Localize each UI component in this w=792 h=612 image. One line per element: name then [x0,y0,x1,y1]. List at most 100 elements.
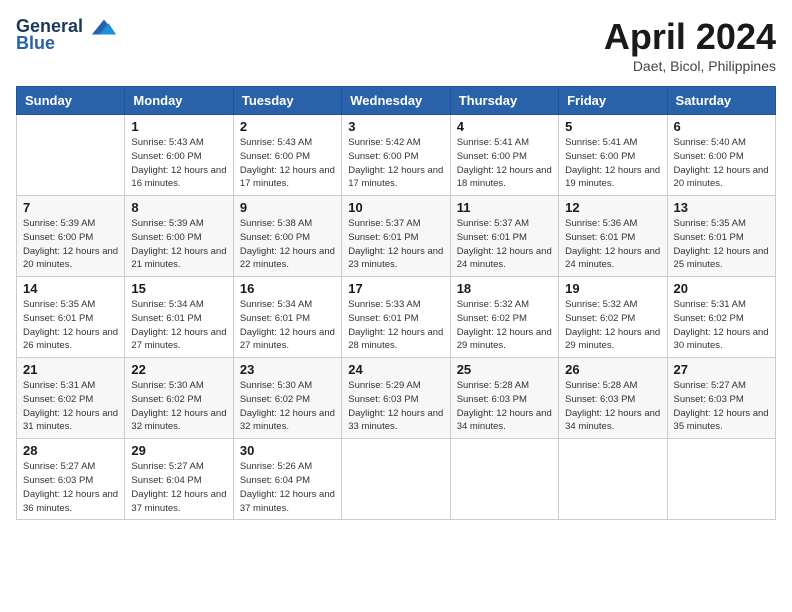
day-number: 9 [240,200,335,215]
calendar-week-row: 14Sunrise: 5:35 AMSunset: 6:01 PMDayligh… [17,277,776,358]
calendar-week-row: 28Sunrise: 5:27 AMSunset: 6:03 PMDayligh… [17,439,776,520]
day-number: 16 [240,281,335,296]
calendar-day-cell: 19 Sunrise: 5:32 AMSunset: 6:02 PMDayligh… [559,277,667,358]
day-number: 30 [240,443,335,458]
day-number: 29 [131,443,226,458]
day-sun-info: Sunrise: 5:30 AMSunset: 6:02 PMDaylight:… [240,379,335,434]
day-number: 8 [131,200,226,215]
calendar-day-cell: 7Sunrise: 5:39 AMSunset: 6:00 PMDaylight… [17,196,125,277]
calendar-day-cell: 24 Sunrise: 5:29 AMSunset: 6:03 PMDayligh… [342,358,450,439]
calendar-day-cell: 26 Sunrise: 5:28 AMSunset: 6:03 PMDayligh… [559,358,667,439]
day-number: 13 [674,200,769,215]
day-sun-info: Sunrise: 5:37 AMSunset: 6:01 PMDaylight:… [457,217,552,272]
calendar-day-cell: 16 Sunrise: 5:34 AMSunset: 6:01 PMDayligh… [233,277,341,358]
day-sun-info: Sunrise: 5:38 AMSunset: 6:00 PMDaylight:… [240,217,335,272]
calendar-day-cell: 29Sunrise: 5:27 AMSunset: 6:04 PMDayligh… [125,439,233,520]
day-sun-info: Sunrise: 5:33 AMSunset: 6:01 PMDaylight:… [348,298,443,353]
calendar-day-cell: 2 Sunrise: 5:43 AMSunset: 6:00 PMDaylight… [233,115,341,196]
day-sun-info: Sunrise: 5:32 AMSunset: 6:02 PMDaylight:… [457,298,552,353]
day-sun-info: Sunrise: 5:31 AMSunset: 6:02 PMDaylight:… [674,298,769,353]
day-sun-info: Sunrise: 5:43 AMSunset: 6:00 PMDaylight:… [240,136,335,191]
calendar-day-cell: 27Sunrise: 5:27 AMSunset: 6:03 PMDayligh… [667,358,775,439]
page-header: General Blue April 2024 Daet, Bicol, Phi… [16,16,776,74]
calendar-day-cell [667,439,775,520]
calendar-day-cell: 4 Sunrise: 5:41 AMSunset: 6:00 PMDaylight… [450,115,558,196]
calendar-day-cell: 23 Sunrise: 5:30 AMSunset: 6:02 PMDayligh… [233,358,341,439]
calendar-day-cell: 6Sunrise: 5:40 AMSunset: 6:00 PMDaylight… [667,115,775,196]
calendar-day-cell: 11 Sunrise: 5:37 AMSunset: 6:01 PMDayligh… [450,196,558,277]
day-number: 6 [674,119,769,134]
day-sun-info: Sunrise: 5:41 AMSunset: 6:00 PMDaylight:… [457,136,552,191]
calendar-day-cell: 28Sunrise: 5:27 AMSunset: 6:03 PMDayligh… [17,439,125,520]
weekday-header-tuesday: Tuesday [233,87,341,115]
day-sun-info: Sunrise: 5:28 AMSunset: 6:03 PMDaylight:… [457,379,552,434]
calendar-day-cell: 22 Sunrise: 5:30 AMSunset: 6:02 PMDayligh… [125,358,233,439]
calendar-day-cell: 21Sunrise: 5:31 AMSunset: 6:02 PMDayligh… [17,358,125,439]
day-number: 7 [23,200,118,215]
day-number: 1 [131,119,226,134]
day-number: 23 [240,362,335,377]
day-sun-info: Sunrise: 5:36 AMSunset: 6:01 PMDaylight:… [565,217,660,272]
day-sun-info: Sunrise: 5:34 AMSunset: 6:01 PMDaylight:… [131,298,226,353]
calendar-day-cell: 30 Sunrise: 5:26 AMSunset: 6:04 PMDayligh… [233,439,341,520]
calendar-day-cell: 25 Sunrise: 5:28 AMSunset: 6:03 PMDayligh… [450,358,558,439]
calendar-day-cell: 3 Sunrise: 5:42 AMSunset: 6:00 PMDaylight… [342,115,450,196]
calendar-day-cell: 5 Sunrise: 5:41 AMSunset: 6:00 PMDaylight… [559,115,667,196]
month-year-title: April 2024 [604,16,776,58]
day-sun-info: Sunrise: 5:32 AMSunset: 6:02 PMDaylight:… [565,298,660,353]
day-sun-info: Sunrise: 5:35 AMSunset: 6:01 PMDaylight:… [674,217,769,272]
day-sun-info: Sunrise: 5:27 AMSunset: 6:03 PMDaylight:… [23,460,118,515]
day-sun-info: Sunrise: 5:37 AMSunset: 6:01 PMDaylight:… [348,217,443,272]
day-number: 4 [457,119,552,134]
day-sun-info: Sunrise: 5:42 AMSunset: 6:00 PMDaylight:… [348,136,443,191]
day-number: 18 [457,281,552,296]
calendar-day-cell: 13 Sunrise: 5:35 AMSunset: 6:01 PMDayligh… [667,196,775,277]
day-sun-info: Sunrise: 5:26 AMSunset: 6:04 PMDaylight:… [240,460,335,515]
weekday-header-saturday: Saturday [667,87,775,115]
calendar-day-cell: 18 Sunrise: 5:32 AMSunset: 6:02 PMDayligh… [450,277,558,358]
day-number: 19 [565,281,660,296]
day-sun-info: Sunrise: 5:34 AMSunset: 6:01 PMDaylight:… [240,298,335,353]
day-sun-info: Sunrise: 5:28 AMSunset: 6:03 PMDaylight:… [565,379,660,434]
calendar-day-cell: 15 Sunrise: 5:34 AMSunset: 6:01 PMDayligh… [125,277,233,358]
day-sun-info: Sunrise: 5:29 AMSunset: 6:03 PMDaylight:… [348,379,443,434]
calendar-day-cell: 10 Sunrise: 5:37 AMSunset: 6:01 PMDayligh… [342,196,450,277]
calendar-week-row: 21Sunrise: 5:31 AMSunset: 6:02 PMDayligh… [17,358,776,439]
calendar-day-cell [17,115,125,196]
weekday-header-thursday: Thursday [450,87,558,115]
logo-blue-text: Blue [16,33,55,54]
day-number: 12 [565,200,660,215]
day-sun-info: Sunrise: 5:43 AMSunset: 6:00 PMDaylight:… [131,136,226,191]
day-sun-info: Sunrise: 5:30 AMSunset: 6:02 PMDaylight:… [131,379,226,434]
calendar-day-cell [559,439,667,520]
day-number: 27 [674,362,769,377]
calendar-week-row: 1 Sunrise: 5:43 AMSunset: 6:00 PMDaylight… [17,115,776,196]
calendar-day-cell: 14Sunrise: 5:35 AMSunset: 6:01 PMDayligh… [17,277,125,358]
calendar-day-cell: 8 Sunrise: 5:39 AMSunset: 6:00 PMDaylight… [125,196,233,277]
day-number: 2 [240,119,335,134]
day-number: 5 [565,119,660,134]
calendar-day-cell: 1 Sunrise: 5:43 AMSunset: 6:00 PMDaylight… [125,115,233,196]
day-number: 17 [348,281,443,296]
day-number: 15 [131,281,226,296]
day-number: 26 [565,362,660,377]
weekday-header-sunday: Sunday [17,87,125,115]
day-number: 25 [457,362,552,377]
location-label: Daet, Bicol, Philippines [604,58,776,74]
day-number: 11 [457,200,552,215]
day-number: 10 [348,200,443,215]
day-number: 20 [674,281,769,296]
weekday-header-wednesday: Wednesday [342,87,450,115]
weekday-header-monday: Monday [125,87,233,115]
calendar-week-row: 7 Sunrise: 5:39 AMSunset: 6:00 PMDaylight… [17,196,776,277]
day-number: 22 [131,362,226,377]
day-number: 14 [23,281,118,296]
calendar-table: SundayMondayTuesdayWednesdayThursdayFrid… [16,86,776,520]
day-sun-info: Sunrise: 5:39 AMSunset: 6:00 PMDaylight:… [131,217,226,272]
calendar-day-cell: 9 Sunrise: 5:38 AMSunset: 6:00 PMDaylight… [233,196,341,277]
day-number: 3 [348,119,443,134]
day-sun-info: Sunrise: 5:41 AMSunset: 6:00 PMDaylight:… [565,136,660,191]
calendar-day-cell: 20 Sunrise: 5:31 AMSunset: 6:02 PMDayligh… [667,277,775,358]
day-number: 21 [23,362,118,377]
day-number: 24 [348,362,443,377]
